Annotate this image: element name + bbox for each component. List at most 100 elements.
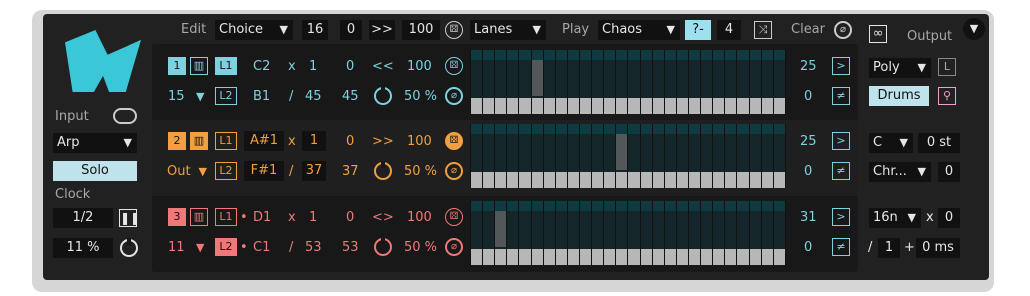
row-2-next-button[interactable]: > xyxy=(832,132,850,150)
steps-field[interactable]: 16 xyxy=(302,20,328,40)
lane-step[interactable] xyxy=(676,50,688,114)
grid-mult-field[interactable]: 0 xyxy=(938,208,960,228)
lane-step[interactable] xyxy=(701,50,713,114)
drums-button[interactable]: Drums xyxy=(869,86,929,106)
poly-select[interactable]: Poly ▼ xyxy=(869,58,931,78)
row-1-next-button[interactable]: > xyxy=(832,57,850,75)
row-3-notequal-button[interactable]: ≠ xyxy=(832,238,850,256)
row-2-probability[interactable]: 100 xyxy=(407,133,432,151)
lane-step[interactable] xyxy=(471,124,483,188)
lane-step[interactable] xyxy=(531,124,543,188)
play-mode-select[interactable]: Chaos ▼ xyxy=(598,20,680,40)
row-1-lane-value2[interactable]: 0 xyxy=(804,88,812,106)
randomize-icon[interactable]: ⚄ xyxy=(445,21,463,39)
lane-step[interactable] xyxy=(471,50,483,114)
clear-icon[interactable]: ⌀ xyxy=(834,21,852,39)
lane-step[interactable] xyxy=(483,50,495,114)
row-1-percent[interactable]: 50 % xyxy=(404,88,437,106)
row-2-div-value[interactable]: 37 xyxy=(302,161,326,181)
lane-step[interactable] xyxy=(495,201,507,265)
lane-step[interactable] xyxy=(567,124,579,188)
lane-step[interactable] xyxy=(471,201,483,265)
row-3-lane-value2[interactable]: 0 xyxy=(804,239,812,257)
lane-step[interactable] xyxy=(664,124,676,188)
lane-step[interactable] xyxy=(628,50,640,114)
row-1-lane2-toggle[interactable]: L2 xyxy=(215,87,237,105)
lane-step[interactable] xyxy=(567,201,579,265)
row-3-knob-icon[interactable] xyxy=(374,237,392,256)
row-2-lane[interactable] xyxy=(470,124,786,188)
lane-step[interactable] xyxy=(543,201,555,265)
lane-step[interactable] xyxy=(543,124,555,188)
row-2-channel-select[interactable]: Out ▼ xyxy=(163,162,209,182)
row-3-piano-icon[interactable]: ▥ xyxy=(190,208,208,226)
lanes-select[interactable]: Lanes ▼ xyxy=(470,20,546,40)
lane-step[interactable] xyxy=(773,201,785,265)
row-2-offset2[interactable]: 37 xyxy=(342,163,359,181)
lane-step[interactable] xyxy=(701,201,713,265)
row-2-lane-value2[interactable]: 0 xyxy=(804,163,812,181)
key-select[interactable]: C ▼ xyxy=(869,133,913,153)
lane-step[interactable] xyxy=(519,201,531,265)
row-2-lane2-toggle[interactable]: L2 xyxy=(215,162,237,180)
row-2-note2[interactable]: F#1 xyxy=(244,161,284,181)
row-3-next-button[interactable]: > xyxy=(832,208,850,226)
poly-l-toggle[interactable]: L xyxy=(938,58,956,76)
lane-step[interactable] xyxy=(713,50,725,114)
grid-select[interactable]: 16n ▼ xyxy=(869,208,921,228)
lane-step[interactable] xyxy=(725,201,737,265)
row-3-channel[interactable]: 11 xyxy=(168,239,185,257)
lane-step[interactable] xyxy=(616,201,628,265)
row-2-lane1-toggle[interactable]: L1 xyxy=(215,132,237,150)
chaos-toggle[interactable]: ?- xyxy=(685,20,711,40)
lane-step[interactable] xyxy=(749,124,761,188)
row-2-lane-value1[interactable]: 25 xyxy=(800,133,817,151)
lane-step[interactable] xyxy=(713,201,725,265)
lane-step[interactable] xyxy=(507,124,519,188)
row-3-offset2[interactable]: 53 xyxy=(342,239,359,257)
row-2-notequal-button[interactable]: ≠ xyxy=(832,162,850,180)
lane-step[interactable] xyxy=(761,201,773,265)
lane-step[interactable] xyxy=(676,201,688,265)
lane-step[interactable] xyxy=(688,124,701,188)
lane-step[interactable] xyxy=(592,124,604,188)
row-2-knob-icon[interactable] xyxy=(374,161,392,180)
shuffle-icon[interactable]: ⤨ xyxy=(754,21,772,39)
lane-step[interactable] xyxy=(604,50,616,114)
lane-step[interactable] xyxy=(749,50,761,114)
lane-step[interactable] xyxy=(640,201,652,265)
row-3-div-value[interactable]: 53 xyxy=(305,239,322,257)
row-1-number[interactable]: 1 xyxy=(168,57,186,75)
lane-step[interactable] xyxy=(737,124,749,188)
lane-step[interactable] xyxy=(592,201,604,265)
pause-icon[interactable]: ❚❚ xyxy=(119,209,140,227)
row-2-offset[interactable]: 0 xyxy=(346,133,354,151)
lane-step[interactable] xyxy=(761,50,773,114)
lane-step[interactable] xyxy=(604,124,616,188)
row-1-offset2[interactable]: 45 xyxy=(342,88,359,106)
lane-step[interactable] xyxy=(652,201,664,265)
row-3-randomize-icon[interactable]: ⚄ xyxy=(445,208,463,226)
lane-step[interactable] xyxy=(616,50,628,114)
lane-step[interactable] xyxy=(616,124,628,188)
row-1-notequal-button[interactable]: ≠ xyxy=(832,87,850,105)
row-3-lane[interactable] xyxy=(470,201,786,265)
lane-step[interactable] xyxy=(567,50,579,114)
offset-field[interactable]: 0 xyxy=(340,20,362,40)
row-1-channel[interactable]: 15 xyxy=(168,88,185,106)
input-mode-select[interactable]: Arp ▼ xyxy=(53,133,137,153)
menu-icon[interactable]: ▼ xyxy=(963,18,985,40)
count-field[interactable]: 4 xyxy=(717,20,741,40)
lane-step[interactable] xyxy=(773,124,785,188)
lane-step[interactable] xyxy=(483,124,495,188)
row-3-offset[interactable]: 0 xyxy=(346,209,354,227)
lane-step[interactable] xyxy=(519,50,531,114)
lane-step[interactable] xyxy=(688,50,701,114)
row-1-clear-icon[interactable]: ⌀ xyxy=(445,87,463,105)
pin-icon[interactable]: ⚲ xyxy=(938,87,956,105)
row-3-lane-value1[interactable]: 31 xyxy=(800,209,817,227)
row-3-lane1-toggle[interactable]: L1 xyxy=(215,208,237,226)
delay-field[interactable]: 0 ms xyxy=(916,238,960,258)
row-3-note2[interactable]: C1 xyxy=(253,239,270,257)
row-3-number[interactable]: 3 xyxy=(168,208,186,226)
